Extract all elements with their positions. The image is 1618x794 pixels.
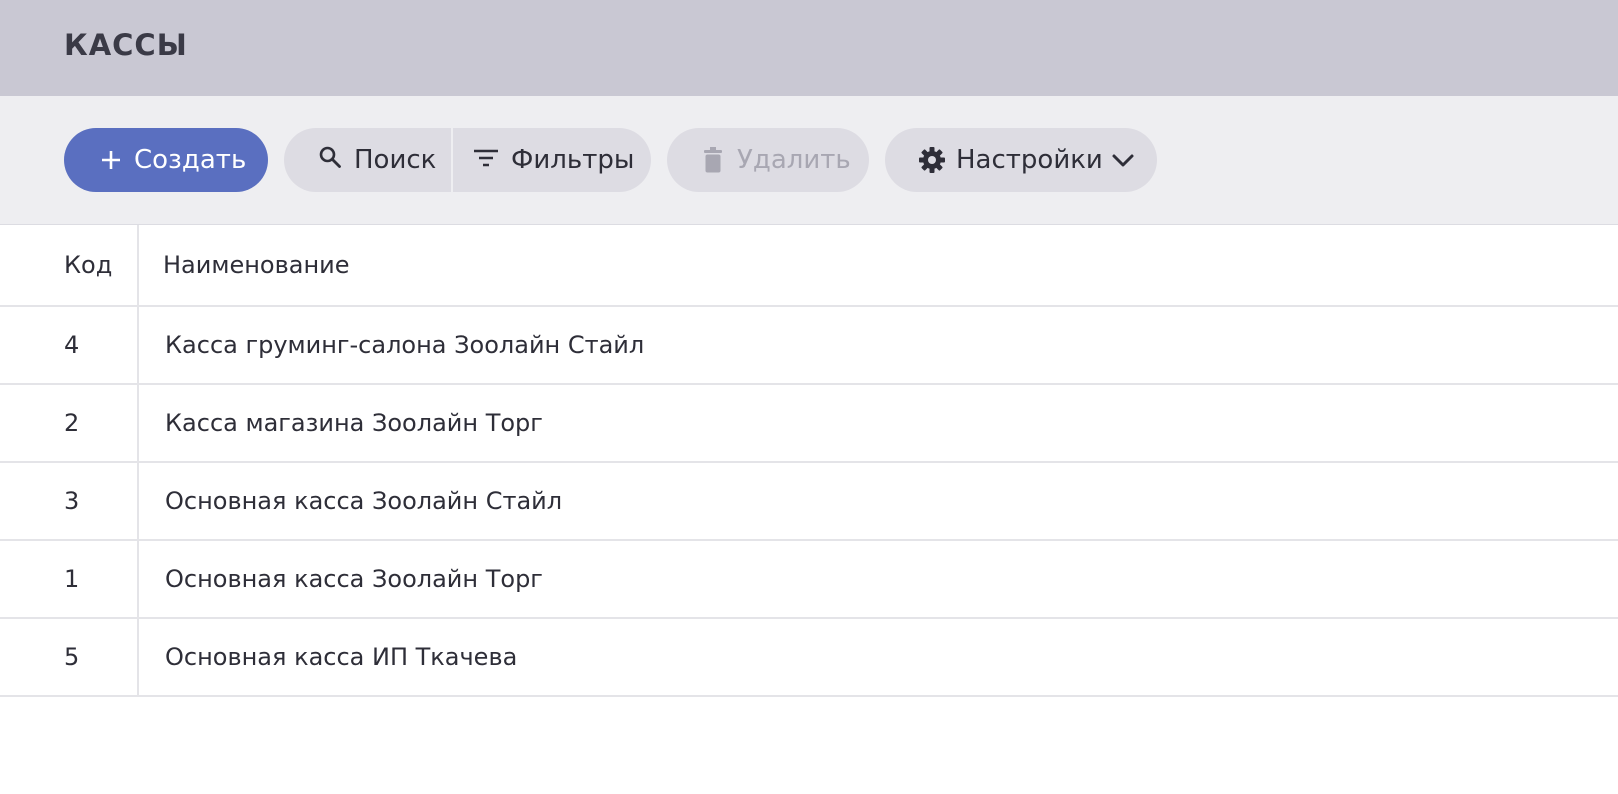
page-title: КАССЫ xyxy=(64,28,188,62)
filters-button-label: Фильтры xyxy=(511,145,635,175)
cell-code: 3 xyxy=(0,463,139,539)
chevron-down-icon[interactable] xyxy=(1111,148,1135,172)
table-row[interactable]: 2 Касса магазина Зоолайн Торг xyxy=(0,385,1618,463)
cell-name: Основная касса Зоолайн Торг xyxy=(165,565,543,593)
create-button[interactable]: Создать xyxy=(64,128,268,192)
cell-code: 1 xyxy=(0,541,139,617)
cell-code: 5 xyxy=(0,619,139,695)
cell-code: 2 xyxy=(0,385,139,461)
delete-button-label: Удалить xyxy=(737,145,851,175)
cell-name: Основная касса ИП Ткачева xyxy=(165,643,518,671)
settings-button[interactable]: Настройки xyxy=(885,128,1157,192)
plus-icon xyxy=(100,149,122,171)
search-button-label: Поиск xyxy=(354,145,437,175)
column-header-name[interactable]: Наименование xyxy=(139,251,350,279)
create-button-label: Создать xyxy=(134,145,247,175)
page-header: КАССЫ xyxy=(0,0,1618,96)
cell-code: 4 xyxy=(0,307,139,383)
trash-icon xyxy=(703,147,723,173)
cash-registers-table: Код Наименование 4 Касса груминг-салона … xyxy=(0,225,1618,697)
search-filter-group: Поиск Фильтры xyxy=(284,128,651,192)
table-row[interactable]: 5 Основная касса ИП Ткачева xyxy=(0,619,1618,697)
gear-icon xyxy=(918,146,946,174)
column-header-code[interactable]: Код xyxy=(0,225,139,305)
filters-button[interactable]: Фильтры xyxy=(451,128,651,192)
search-icon xyxy=(318,145,342,176)
settings-button-label: Настройки xyxy=(956,145,1103,175)
table-row[interactable]: 1 Основная касса Зоолайн Торг xyxy=(0,541,1618,619)
table-header-row: Код Наименование xyxy=(0,225,1618,307)
toolbar: Создать Поиск Фильтры Удалить Настройки xyxy=(0,96,1618,225)
search-button[interactable]: Поиск xyxy=(284,128,451,192)
table-row[interactable]: 4 Касса груминг-салона Зоолайн Стайл xyxy=(0,307,1618,385)
cell-name: Основная касса Зоолайн Стайл xyxy=(165,487,563,515)
delete-button[interactable]: Удалить xyxy=(667,128,869,192)
cell-name: Касса магазина Зоолайн Торг xyxy=(165,409,543,437)
table-row[interactable]: 3 Основная касса Зоолайн Стайл xyxy=(0,463,1618,541)
filter-icon xyxy=(473,145,499,175)
cell-name: Касса груминг-салона Зоолайн Стайл xyxy=(165,331,645,359)
